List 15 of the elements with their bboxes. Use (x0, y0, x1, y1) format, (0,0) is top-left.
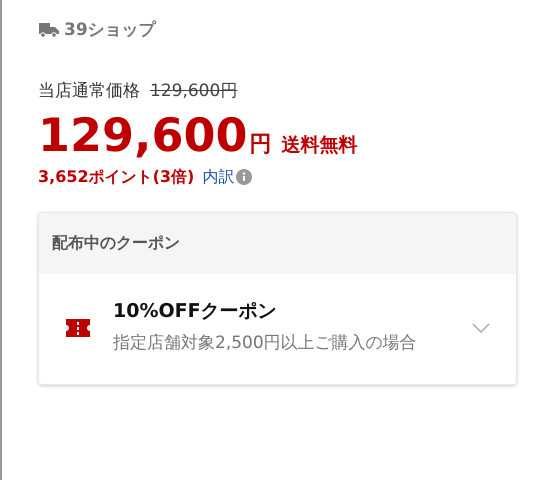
price-unit: 円 (250, 131, 272, 159)
points-text: 3,652ポイント(3倍) (38, 166, 194, 188)
ticket-icon (65, 318, 91, 338)
coupon-title: 10%OFFクーポン (113, 298, 278, 324)
breakdown-link[interactable]: 内訳 (202, 166, 234, 188)
price-amount: 129,600 (38, 110, 248, 161)
regular-price: 129,600円 (150, 80, 238, 102)
truck-icon (38, 22, 60, 38)
free-shipping-label: 送料無料 (282, 133, 358, 158)
chevron-icon[interactable] (472, 322, 490, 333)
shop-name: 39ショップ (64, 19, 156, 41)
coupon-description: 指定店舗対象2,500円以上ご購入の場合 (113, 332, 418, 355)
regular-price-label: 当店通常価格 (38, 80, 140, 102)
coupon-section-title: 配布中のクーポン (39, 212, 516, 274)
info-icon[interactable] (236, 169, 252, 186)
